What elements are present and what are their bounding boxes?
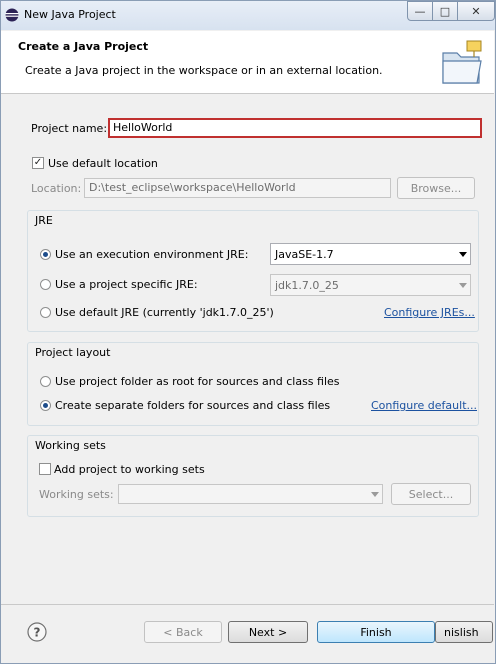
jre-specific-value: jdk1.7.0_25: [275, 279, 339, 292]
jre-project-specific-label: Use a project specific JRE:: [55, 278, 198, 291]
use-default-location-label: Use default location: [48, 157, 158, 170]
close-button[interactable]: ✕: [457, 1, 495, 21]
next-button[interactable]: Next >: [228, 621, 308, 643]
configure-default-link[interactable]: Configure default...: [371, 399, 477, 412]
cancel-button[interactable]: nislish: [435, 621, 493, 643]
back-button[interactable]: < Back: [144, 621, 222, 643]
eclipse-icon: [5, 8, 19, 22]
location-input[interactable]: D:\test_eclipse\workspace\HelloWorld: [84, 178, 391, 198]
layout-separate-folders-radio[interactable]: [40, 400, 51, 411]
working-sets-combo[interactable]: [118, 484, 383, 504]
jre-environment-combo[interactable]: JavaSE-1.7: [270, 243, 471, 265]
finish-button[interactable]: Finish: [317, 621, 435, 643]
jre-execution-env-label: Use an execution environment JRE:: [55, 248, 249, 261]
project-layout-group-label: Project layout: [35, 346, 111, 359]
jre-default-radio[interactable]: [40, 307, 51, 318]
select-working-sets-button[interactable]: Select...: [391, 483, 471, 505]
svg-text:?: ?: [34, 626, 41, 640]
new-java-project-wizard-icon: [437, 39, 485, 87]
configure-jres-link[interactable]: Configure JREs...: [384, 306, 475, 319]
jre-project-specific-radio[interactable]: [40, 279, 51, 290]
help-icon[interactable]: ?: [27, 622, 47, 642]
project-name-input[interactable]: HelloWorld: [108, 118, 482, 138]
working-sets-label: Working sets:: [39, 488, 114, 501]
jre-default-label: Use default JRE (currently 'jdk1.7.0_25'…: [55, 306, 274, 319]
project-name-label: Project name:: [31, 122, 108, 135]
banner-title: Create a Java Project: [18, 40, 149, 53]
chevron-down-icon: [459, 283, 467, 288]
jre-specific-combo[interactable]: jdk1.7.0_25: [270, 274, 471, 296]
footer-separator: [1, 604, 494, 605]
add-to-working-sets-label: Add project to working sets: [54, 463, 205, 476]
chevron-down-icon: [371, 492, 379, 497]
minimize-button[interactable]: —: [407, 1, 433, 21]
jre-group-label: JRE: [35, 214, 53, 227]
radio-selected-dot: [43, 252, 48, 257]
radio-selected-dot: [43, 403, 48, 408]
chevron-down-icon: [459, 252, 467, 257]
working-sets-group-label: Working sets: [35, 439, 106, 452]
banner-description: Create a Java project in the workspace o…: [25, 64, 383, 77]
jre-execution-env-radio[interactable]: [40, 249, 51, 260]
use-default-location-checkbox[interactable]: ✓: [32, 157, 44, 169]
dialog-window: [0, 0, 496, 664]
maximize-button[interactable]: □: [432, 1, 458, 21]
add-to-working-sets-checkbox[interactable]: [39, 463, 51, 475]
layout-root-folder-radio[interactable]: [40, 376, 51, 387]
jre-environment-value: JavaSE-1.7: [275, 248, 334, 261]
window-title: New Java Project: [24, 8, 116, 21]
layout-separate-folders-label: Create separate folders for sources and …: [55, 399, 331, 412]
location-label: Location:: [31, 182, 82, 195]
browse-button[interactable]: Browse...: [397, 177, 475, 199]
layout-root-folder-label: Use project folder as root for sources a…: [55, 375, 340, 388]
